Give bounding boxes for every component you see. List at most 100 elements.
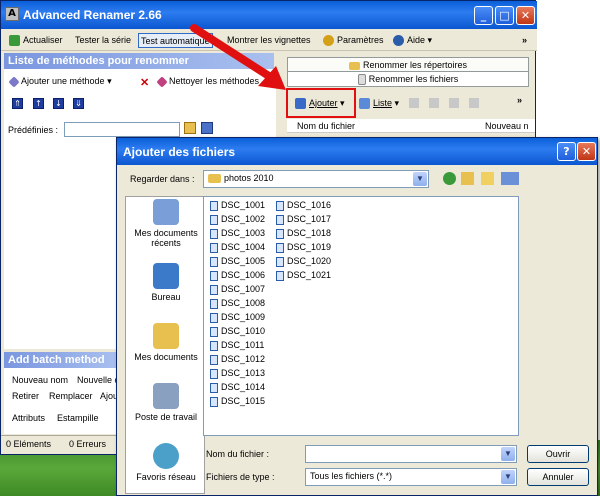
- file-item[interactable]: DSC_1008: [210, 296, 265, 310]
- aide-menu[interactable]: Aide ▾: [393, 33, 432, 48]
- file-item[interactable]: DSC_1006: [210, 268, 265, 282]
- file-item[interactable]: DSC_1001: [210, 198, 265, 212]
- app-icon: A: [5, 7, 19, 21]
- file-item[interactable]: DSC_1018: [276, 226, 331, 240]
- file-item[interactable]: DSC_1005: [210, 254, 265, 268]
- status-erreurs: 0 Erreurs: [69, 439, 107, 449]
- place-my-documents[interactable]: Mes documents: [126, 323, 206, 362]
- batch-attributs[interactable]: Attributs: [12, 413, 45, 423]
- image-file-icon: [210, 354, 218, 365]
- image-file-icon: [210, 270, 218, 281]
- file-item[interactable]: DSC_1017: [276, 212, 331, 226]
- place-my-computer[interactable]: Poste de travail: [126, 383, 206, 422]
- look-in-combo[interactable]: photos 2010 ▼: [203, 170, 429, 188]
- down-arrow-icon[interactable]: [449, 98, 459, 108]
- image-file-icon: [276, 214, 284, 225]
- toolbar-overflow[interactable]: »: [522, 33, 527, 48]
- batch-retirer[interactable]: Retirer: [12, 391, 39, 401]
- file-item[interactable]: DSC_1007: [210, 282, 265, 296]
- image-file-icon: [276, 242, 284, 253]
- chevron-down-icon[interactable]: ▼: [501, 470, 515, 484]
- file-item[interactable]: DSC_1015: [210, 394, 265, 408]
- file-column-1: DSC_1001 DSC_1002 DSC_1003 DSC_1004 DSC_1005…: [210, 198, 265, 408]
- file-item[interactable]: DSC_1021: [276, 268, 331, 282]
- cancel-button[interactable]: Annuler: [527, 468, 589, 486]
- refresh-icon: [9, 35, 20, 47]
- dialog-help-button[interactable]: ?: [557, 142, 576, 161]
- image-file-icon: [276, 228, 284, 239]
- folder-open-icon[interactable]: [184, 122, 196, 134]
- col-newname[interactable]: Nouveau n: [485, 121, 529, 131]
- image-file-icon: [210, 368, 218, 379]
- new-folder-icon[interactable]: [481, 172, 494, 185]
- file-item[interactable]: DSC_1010: [210, 324, 265, 338]
- move-bottom-button[interactable]: ⇓: [73, 98, 84, 109]
- delete-icon[interactable]: ✕: [140, 76, 149, 89]
- file-item[interactable]: DSC_1004: [210, 240, 265, 254]
- computer-icon: [153, 383, 179, 409]
- file-item[interactable]: DSC_1019: [276, 240, 331, 254]
- up-folder-icon[interactable]: [461, 172, 474, 185]
- pane-overflow[interactable]: »: [517, 95, 522, 105]
- file-item[interactable]: DSC_1003: [210, 226, 265, 240]
- image-file-icon: [210, 340, 218, 351]
- close-button[interactable]: ✕: [516, 6, 535, 25]
- batch-estampille[interactable]: Estampille: [57, 413, 99, 423]
- maximize-button[interactable]: □: [495, 6, 514, 25]
- top-arrow-icon[interactable]: [409, 98, 419, 108]
- file-name: DSC_1008: [221, 298, 266, 308]
- my-documents-icon: [153, 323, 179, 349]
- file-item[interactable]: DSC_1013: [210, 366, 265, 380]
- predefinies-combo[interactable]: [64, 122, 180, 137]
- file-item[interactable]: DSC_1011: [210, 338, 265, 352]
- filename-label: Nom du fichier :: [206, 449, 270, 459]
- minimize-button[interactable]: _: [474, 6, 493, 25]
- file-icon: [357, 74, 366, 86]
- tester-serie-button[interactable]: Tester la série: [75, 33, 131, 48]
- file-item[interactable]: DSC_1014: [210, 380, 265, 394]
- list-icon: [359, 98, 370, 110]
- chevron-down-icon[interactable]: ▼: [413, 172, 427, 186]
- image-file-icon: [210, 284, 218, 295]
- tab-rename-files[interactable]: Renommer les fichiers: [287, 71, 529, 87]
- move-top-button[interactable]: ⇑: [12, 98, 23, 109]
- batch-remplacer[interactable]: Remplacer: [49, 391, 93, 401]
- dialog-close-button[interactable]: ✕: [577, 142, 596, 161]
- back-icon[interactable]: [443, 172, 456, 185]
- image-file-icon: [210, 298, 218, 309]
- chevron-down-icon[interactable]: ▼: [501, 447, 515, 461]
- filetype-label: Fichiers de type :: [206, 472, 275, 482]
- image-file-icon: [276, 270, 284, 281]
- batch-nouveau-nom[interactable]: Nouveau nom: [12, 375, 68, 385]
- file-item[interactable]: DSC_1012: [210, 352, 265, 366]
- file-item[interactable]: DSC_1002: [210, 212, 265, 226]
- dialog-titlebar[interactable]: Ajouter des fichiers ? ✕: [117, 138, 597, 165]
- add-method-button[interactable]: Ajouter une méthode ▾: [8, 75, 112, 88]
- place-recent[interactable]: Mes documents récents: [126, 199, 206, 248]
- bottom-arrow-icon[interactable]: [469, 98, 479, 108]
- file-item[interactable]: DSC_1016: [276, 198, 331, 212]
- file-item[interactable]: DSC_1009: [210, 310, 265, 324]
- up-arrow-icon[interactable]: [429, 98, 439, 108]
- folder-icon: [208, 174, 221, 184]
- batch-nouvelle[interactable]: Nouvelle c: [77, 375, 119, 385]
- filetype-select[interactable]: Tous les fichiers (*.*) ▼: [305, 468, 517, 486]
- place-network[interactable]: Favoris réseau: [126, 443, 206, 482]
- col-filename[interactable]: Nom du fichier: [297, 121, 355, 131]
- move-up-button[interactable]: ↑: [33, 98, 44, 109]
- open-button[interactable]: Ouvrir: [527, 445, 589, 463]
- parametres-button[interactable]: Paramètres: [323, 33, 384, 48]
- file-item[interactable]: DSC_1020: [276, 254, 331, 268]
- actualiser-button[interactable]: Actualiser: [9, 33, 63, 48]
- file-name: DSC_1021: [287, 270, 332, 280]
- view-menu-icon[interactable]: [501, 172, 519, 185]
- batch-method-title: Add batch method: [4, 352, 118, 368]
- image-file-icon: [210, 242, 218, 253]
- image-file-icon: [210, 312, 218, 323]
- place-desktop[interactable]: Bureau: [126, 263, 206, 302]
- file-name: DSC_1012: [221, 354, 266, 364]
- move-down-button[interactable]: ↓: [53, 98, 64, 109]
- liste-button[interactable]: Liste ▾: [359, 98, 399, 110]
- filename-input[interactable]: ▼: [305, 445, 517, 463]
- save-icon[interactable]: [201, 122, 213, 134]
